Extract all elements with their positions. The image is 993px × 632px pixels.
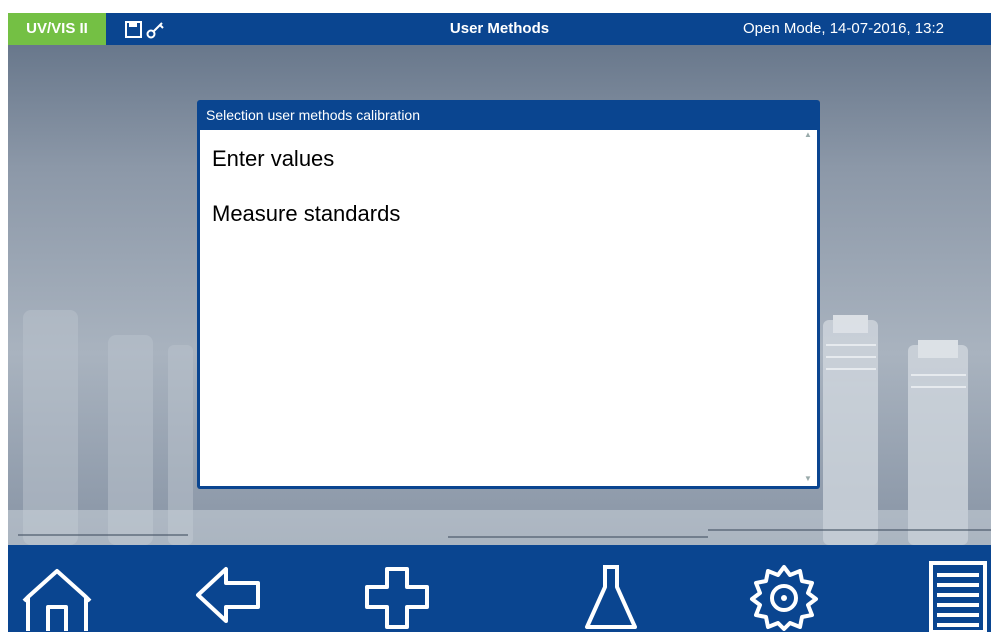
- home-icon: [22, 569, 92, 631]
- settings-button[interactable]: [738, 545, 848, 632]
- menu-button[interactable]: [913, 545, 991, 632]
- key-icon[interactable]: [145, 20, 167, 40]
- flask-icon: [585, 565, 637, 629]
- dialog-title: Selection user methods calibration: [206, 107, 421, 123]
- floppy-disk-icon[interactable]: [124, 20, 146, 40]
- dialog-list: Enter values Measure standards ▲ ▼: [200, 130, 817, 486]
- back-button[interactable]: [178, 545, 288, 632]
- plus-icon: [365, 567, 429, 629]
- device-frame: UV/VIS II User Methods Open Mode, 14-07-…: [0, 0, 993, 632]
- back-arrow-icon: [196, 567, 260, 623]
- mode-datetime: Open Mode, 14-07-2016, 13:2: [743, 20, 944, 37]
- selection-dialog: Selection user methods calibration Enter…: [197, 100, 820, 489]
- scroll-up-arrow-icon[interactable]: ▲: [801, 130, 815, 140]
- settings-gear-icon: [750, 565, 818, 631]
- scroll-down-arrow-icon[interactable]: ▼: [801, 474, 815, 484]
- bottom-nav-bar: [8, 545, 991, 632]
- screen: UV/VIS II User Methods Open Mode, 14-07-…: [8, 13, 991, 632]
- list-item-measure-standards[interactable]: Measure standards: [212, 201, 400, 227]
- list-item-enter-values[interactable]: Enter values: [212, 146, 334, 172]
- home-button[interactable]: [8, 545, 118, 632]
- menu-list-icon: [929, 561, 987, 632]
- flask-button[interactable]: [553, 545, 663, 632]
- brand-label: UV/VIS II: [8, 13, 106, 45]
- status-bar: UV/VIS II User Methods Open Mode, 14-07-…: [8, 13, 991, 45]
- add-button[interactable]: [353, 545, 463, 632]
